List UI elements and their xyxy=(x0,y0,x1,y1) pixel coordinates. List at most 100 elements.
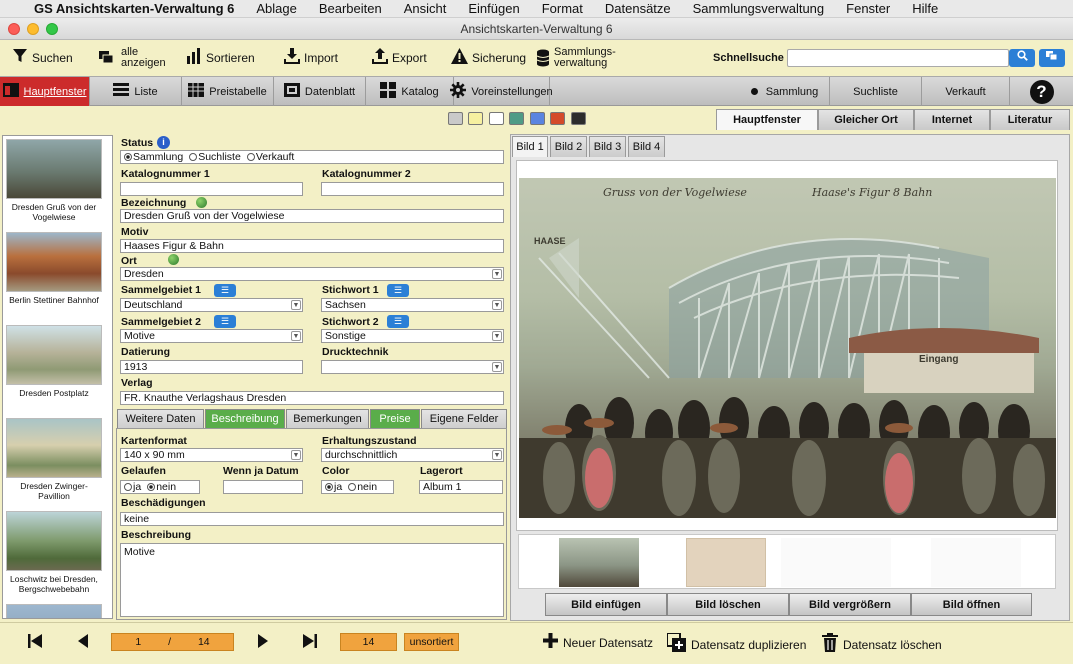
color-swatch[interactable] xyxy=(550,112,565,125)
show-all-button[interactable]: alle anzeigen xyxy=(99,40,166,76)
status-radio-option[interactable]: Verkauft xyxy=(246,151,294,163)
menu-einfuegen[interactable]: Einfügen xyxy=(468,1,519,16)
bezeichnung-field[interactable]: Dresden Gruß von der Vogelwiese xyxy=(120,209,504,223)
tab-eigene-felder[interactable]: Eigene Felder xyxy=(421,409,507,429)
close-window-button[interactable] xyxy=(8,23,20,35)
delete-image-button[interactable]: Bild löschen xyxy=(667,593,789,616)
menu-hilfe[interactable]: Hilfe xyxy=(912,1,938,16)
tab-preise[interactable]: Preise xyxy=(370,409,420,429)
globe-icon[interactable] xyxy=(168,254,179,265)
menu-bearbeiten[interactable]: Bearbeiten xyxy=(319,1,382,16)
globe-icon[interactable] xyxy=(196,197,207,208)
info-icon[interactable]: i xyxy=(157,136,170,149)
lagerort-field[interactable]: Album 1 xyxy=(419,480,503,494)
tab-catalog[interactable]: Katalog xyxy=(366,77,454,106)
thumbnail-item[interactable] xyxy=(6,604,102,618)
tab-price-table[interactable]: Preistabelle xyxy=(182,77,274,106)
thumbnail-item[interactable]: Dresden Gruß von der Vogelwiese xyxy=(6,139,102,222)
collection-management-button[interactable]: Sammlungs- verwaltung xyxy=(536,40,616,76)
insert-image-button[interactable]: Bild einfügen xyxy=(545,593,667,616)
first-record-icon[interactable] xyxy=(28,634,42,652)
filter-sold[interactable]: Verkauft xyxy=(922,77,1010,106)
tab-bild-3[interactable]: Bild 3 xyxy=(589,136,626,157)
tab-bild-1[interactable]: Bild 1 xyxy=(512,136,548,157)
postcard-image[interactable]: Gruss von der Vogelwiese Haase's Figur 8… xyxy=(519,178,1056,518)
thumbnail-item[interactable]: Berlin Stettiner Bahnhof xyxy=(6,232,102,305)
quick-search-options-button[interactable] xyxy=(1039,49,1065,67)
duplicate-record-button[interactable]: Datensatz duplizieren xyxy=(666,632,806,657)
kartenformat-dropdown[interactable]: 140 x 90 mm ▼ xyxy=(120,448,303,462)
quick-search-input[interactable] xyxy=(787,49,1009,67)
record-position-box[interactable]: 1 / 14 xyxy=(111,633,234,651)
verlag-field[interactable]: FR. Knauthe Verlagshaus Dresden xyxy=(120,391,504,405)
stichwort2-list-button[interactable]: ☰ xyxy=(387,315,409,328)
katalognummer2-field[interactable] xyxy=(321,182,504,196)
menu-ansicht[interactable]: Ansicht xyxy=(404,1,447,16)
thumbnail-item[interactable]: Loschwitz bei Dresden, Bergschwebebahn xyxy=(6,511,102,594)
previous-record-icon[interactable] xyxy=(78,634,88,652)
stichwort1-dropdown[interactable]: Sachsen ▼ xyxy=(321,298,504,312)
color-swatch[interactable] xyxy=(468,112,483,125)
tab-gleicher-ort[interactable]: Gleicher Ort xyxy=(818,109,914,130)
sammelgebiet2-dropdown[interactable]: Motive ▼ xyxy=(120,329,303,343)
color-swatch[interactable] xyxy=(489,112,504,125)
tab-bild-2[interactable]: Bild 2 xyxy=(550,136,587,157)
katalognummer1-field[interactable] xyxy=(120,182,303,196)
sammelgebiet1-dropdown[interactable]: Deutschland ▼ xyxy=(120,298,303,312)
front-thumbnail[interactable] xyxy=(559,538,639,587)
last-record-icon[interactable] xyxy=(303,634,317,652)
delete-record-button[interactable]: Datensatz löschen xyxy=(822,633,942,657)
menu-app-name[interactable]: GS Ansichtskarten-Verwaltung 6 xyxy=(34,1,234,16)
color-radio-option[interactable]: ja xyxy=(325,481,342,493)
sort-button[interactable]: Sortieren xyxy=(186,40,255,76)
import-button[interactable]: Import xyxy=(284,40,338,76)
tab-preferences[interactable]: Voreinstellungen xyxy=(450,77,553,106)
quick-search-button[interactable] xyxy=(1009,49,1035,67)
drucktechnik-dropdown[interactable]: ▼ xyxy=(321,360,504,374)
sammelgebiet2-list-button[interactable]: ☰ xyxy=(214,315,236,328)
filter-collection[interactable]: Sammlung xyxy=(740,77,830,106)
menu-datensaetze[interactable]: Datensätze xyxy=(605,1,671,16)
status-radio-option[interactable]: Sammlung xyxy=(124,151,183,163)
beschaedigungen-field[interactable]: keine xyxy=(120,512,504,526)
tab-list[interactable]: Liste xyxy=(90,77,182,106)
gelaufen-radio-option[interactable]: ja xyxy=(124,481,141,493)
thumbnail-item[interactable]: Dresden Postplatz xyxy=(6,325,102,398)
tab-literatur[interactable]: Literatur xyxy=(990,109,1070,130)
empty-thumbnail-slot[interactable] xyxy=(931,538,1021,587)
menu-format[interactable]: Format xyxy=(542,1,583,16)
stichwort1-list-button[interactable]: ☰ xyxy=(387,284,409,297)
motiv-field[interactable]: Haases Figur & Bahn xyxy=(120,239,504,253)
backup-button[interactable]: Sicherung xyxy=(451,40,526,76)
tab-internet[interactable]: Internet xyxy=(914,109,990,130)
tab-beschreibung[interactable]: Beschreibung xyxy=(205,409,285,429)
ort-dropdown[interactable]: Dresden ▼ xyxy=(120,267,504,281)
enlarge-image-button[interactable]: Bild vergrößern xyxy=(789,593,911,616)
empty-thumbnail-slot[interactable] xyxy=(781,538,891,587)
beschreibung-textarea[interactable]: Motive xyxy=(120,543,504,617)
color-swatch[interactable] xyxy=(448,112,463,125)
next-record-icon[interactable] xyxy=(258,634,268,652)
minimize-window-button[interactable] xyxy=(27,23,39,35)
export-button[interactable]: Export xyxy=(372,40,427,76)
open-image-button[interactable]: Bild öffnen xyxy=(911,593,1032,616)
color-swatch[interactable] xyxy=(530,112,545,125)
datum-field[interactable] xyxy=(223,480,303,494)
datierung-field[interactable]: 1913 xyxy=(120,360,303,374)
color-swatch[interactable] xyxy=(571,112,586,125)
back-thumbnail[interactable] xyxy=(686,538,766,587)
color-swatch[interactable] xyxy=(509,112,524,125)
menu-ablage[interactable]: Ablage xyxy=(256,1,296,16)
tab-hauptfenster[interactable]: Hauptfenster xyxy=(716,109,818,130)
thumbnail-list[interactable]: Dresden Gruß von der Vogelwiese Berlin S… xyxy=(2,135,113,619)
tab-weitere-daten[interactable]: Weitere Daten xyxy=(117,409,204,429)
sort-state-box[interactable]: unsortiert xyxy=(404,633,459,651)
stichwort2-dropdown[interactable]: Sonstige ▼ xyxy=(321,329,504,343)
erhaltung-dropdown[interactable]: durchschnittlich ▼ xyxy=(321,448,504,462)
zoom-window-button[interactable] xyxy=(46,23,58,35)
tab-bild-4[interactable]: Bild 4 xyxy=(628,136,665,157)
menu-sammlungsverwaltung[interactable]: Sammlungsverwaltung xyxy=(693,1,825,16)
filter-search-list[interactable]: Suchliste xyxy=(830,77,922,106)
gelaufen-radio-option[interactable]: nein xyxy=(147,481,176,493)
search-button[interactable]: Suchen xyxy=(12,40,73,76)
